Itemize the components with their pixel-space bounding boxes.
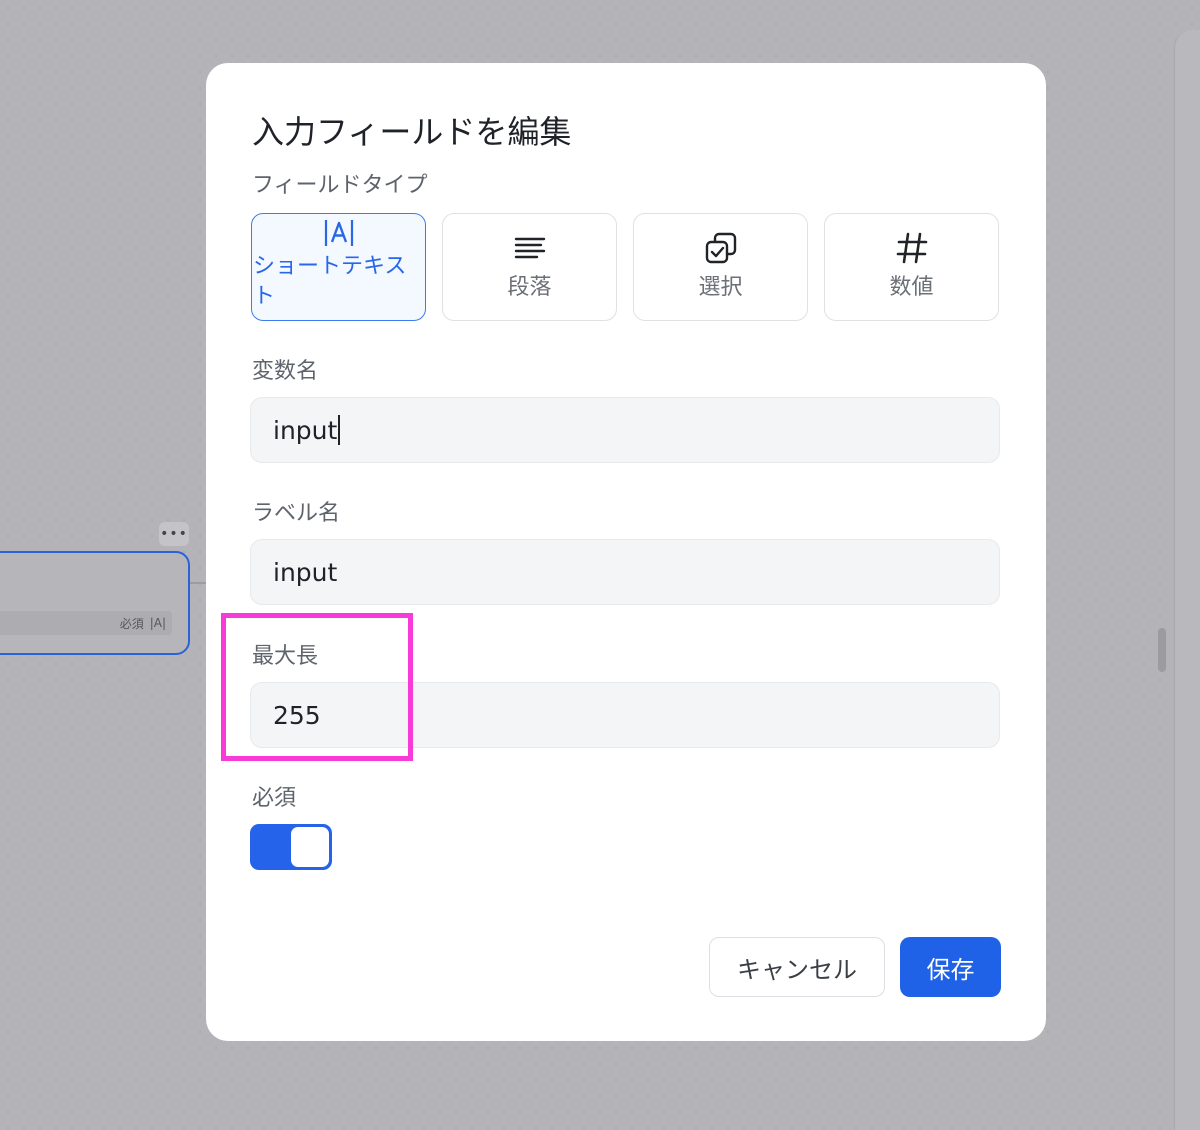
variable-name-input[interactable]: input — [250, 397, 1000, 463]
type-option-label: 数値 — [889, 275, 934, 300]
edit-input-field-dialog: 入力フィールドを編集 フィールドタイプ ショートテキスト 段落 選択 数値 変数… — [206, 63, 1046, 1041]
more-icon: ••• — [160, 526, 188, 542]
variable-name-label: 変数名 — [252, 359, 319, 384]
node-required-text: 必須 — [119, 616, 144, 631]
type-option-paragraph[interactable]: 段落 — [442, 213, 617, 321]
cancel-button[interactable]: キャンセル — [709, 937, 885, 997]
type-option-label: 選択 — [698, 275, 743, 300]
text-caret — [338, 415, 341, 445]
variable-name-value: input — [273, 415, 338, 445]
label-name-input[interactable]: input — [250, 539, 1000, 605]
type-option-label: ショートテキスト — [253, 254, 407, 309]
scrollbar[interactable] — [1158, 628, 1166, 672]
max-length-label: 最大長 — [252, 644, 319, 669]
select-checkbox-icon — [705, 232, 736, 264]
node-footer: 必須 |A| — [0, 611, 172, 635]
right-panel — [1174, 30, 1200, 1130]
node-more-button[interactable]: ••• — [159, 522, 189, 546]
field-type-label: フィールドタイプ — [252, 173, 428, 198]
hash-icon — [896, 232, 927, 264]
text-cursor-icon — [324, 220, 353, 246]
required-label: 必須 — [252, 786, 297, 811]
type-option-label: 段落 — [507, 275, 552, 300]
label-name-value: input — [273, 557, 338, 587]
field-type-options: ショートテキスト 段落 選択 数値 — [251, 213, 999, 321]
paragraph-icon — [514, 237, 545, 259]
save-button[interactable]: 保存 — [900, 937, 1001, 997]
node-type-icon: |A| — [149, 616, 166, 630]
dialog-title: 入力フィールドを編集 — [252, 113, 572, 151]
type-option-short-text[interactable]: ショートテキスト — [251, 213, 426, 321]
type-option-number[interactable]: 数値 — [824, 213, 999, 321]
max-length-value: 255 — [273, 700, 321, 730]
toggle-knob — [291, 827, 329, 867]
type-option-select[interactable]: 選択 — [633, 213, 808, 321]
max-length-input[interactable]: 255 — [250, 682, 1000, 748]
input-node[interactable]: 必須 |A| — [0, 551, 190, 655]
label-name-label: ラベル名 — [252, 501, 341, 526]
required-toggle[interactable] — [250, 824, 332, 870]
